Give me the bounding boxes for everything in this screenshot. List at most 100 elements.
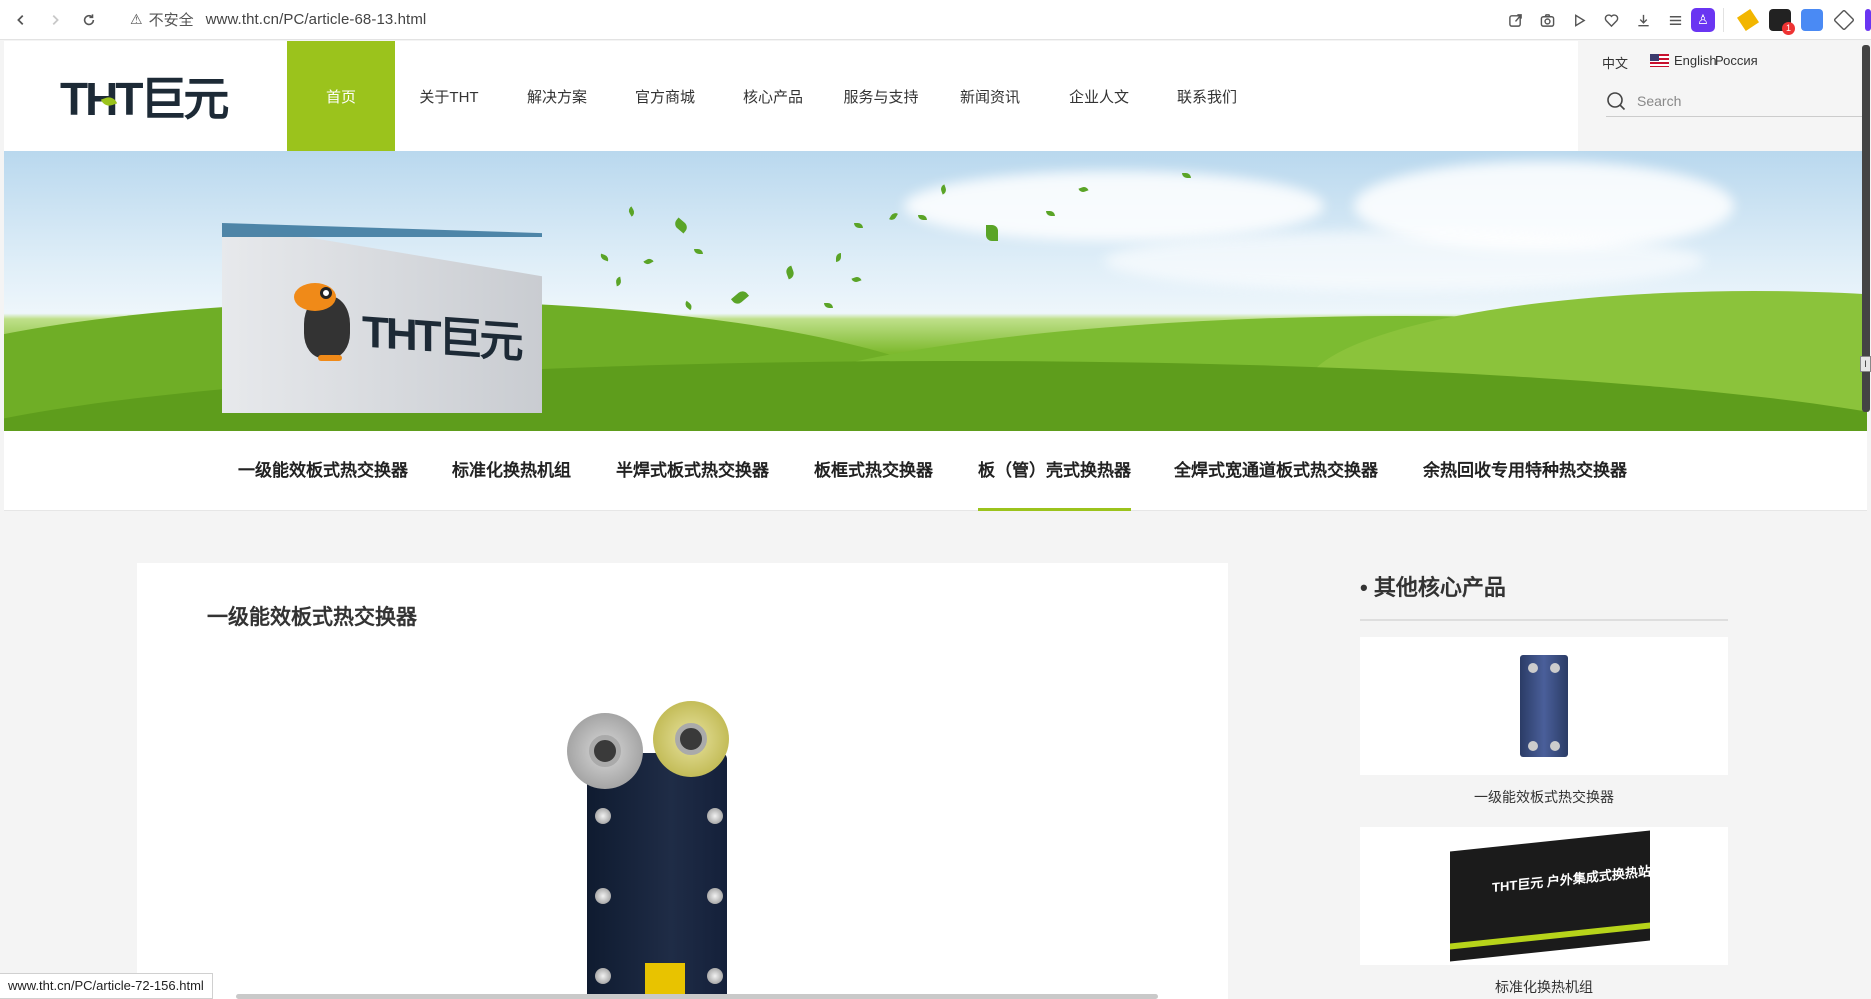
category-tab-label: 余热回收专用特种热交换器 [1423,461,1627,480]
nav-item-label: 新闻资讯 [959,88,1020,106]
site-search [1606,85,1867,117]
bolt [595,808,611,824]
category-tab-plate-frame[interactable]: 板框式热交换器 [814,431,933,511]
leaf-icon [643,257,654,266]
reload-icon [83,13,95,25]
bolt [707,968,723,984]
download-icon[interactable] [1630,7,1656,33]
security-label: 不安全 [148,12,194,29]
sign-logo-text: THT巨元 [362,307,521,368]
back-button[interactable] [4,3,38,37]
search-icon[interactable] [1606,91,1626,111]
web-page: THT巨元 首页 关于THT 解决方案 官方商城 核心产品 服务与支持 新闻资讯… [4,41,1867,999]
toolbar-divider [1723,8,1724,32]
category-tab-semi-welded[interactable]: 半焊式板式热交换器 [616,431,769,511]
related-product-card[interactable]: THT巨元 户外集成式换热站 [1360,827,1728,965]
product-category-nav: 一级能效板式热交换器 标准化换热机组 半焊式板式热交换器 板框式热交换器 板（管… [4,431,1867,511]
category-tab-label: 板（管）壳式换热器 [978,461,1131,480]
lang-english[interactable]: English [1650,53,1717,68]
leaf-icon [836,253,841,262]
site-header: THT巨元 首页 关于THT 解决方案 官方商城 核心产品 服务与支持 新闻资讯… [4,41,1867,151]
leaf-icon [627,206,636,217]
nav-item-label: 服务与支持 [843,88,919,106]
nav-item-contact[interactable]: 联系我们 [1153,41,1261,151]
nav-item-about[interactable]: 关于THT [395,41,503,151]
mascot-feet [318,355,342,361]
back-arrow-icon [17,14,24,25]
main-nav: 首页 关于THT 解决方案 官方商城 核心产品 服务与支持 新闻资讯 企业人文 … [287,41,1261,151]
browser-toolbar: ⚠ 不安全 www.tht.cn/PC/article-68-13.html ♙… [0,0,1871,40]
share-icon[interactable] [1502,7,1528,33]
horizontal-scrollbar[interactable] [236,994,1158,999]
bolt [707,808,723,824]
category-tab-shell[interactable]: 板（管）壳式换热器 [978,431,1131,511]
site-logo[interactable]: THT巨元 [60,76,230,122]
bolt [595,968,611,984]
lang-english-label: English [1674,53,1717,68]
container-station-image: THT巨元 户外集成式换热站 [1450,830,1651,962]
banner-cloud [904,171,1324,241]
flange-right [653,701,729,777]
leaf-icon [683,300,694,311]
category-tab-fully-welded[interactable]: 全焊式宽通道板式热交换器 [1174,431,1378,511]
leaf-icon [889,211,898,222]
article-panel: 一级能效板式热交换器 [137,563,1228,999]
category-tab-heat-unit[interactable]: 标准化换热机组 [452,431,571,511]
related-product-card[interactable] [1360,637,1728,775]
lang-chinese-label: 中文 [1602,56,1629,71]
address-bar[interactable]: ⚠ 不安全 www.tht.cn/PC/article-68-13.html [130,5,426,35]
leaf-icon [824,303,833,308]
bolt [595,888,611,904]
hero-banner: THT巨元 [4,151,1867,431]
extension-dark-icon[interactable]: 1 [1769,9,1795,35]
forward-button[interactable] [38,3,72,37]
sidebar-title: • 其他核心产品 [1360,563,1728,621]
translate-icon[interactable] [1801,9,1823,31]
sidebar-handle[interactable] [1865,9,1871,31]
nav-item-products[interactable]: 核心产品 [719,41,827,151]
related-product-caption[interactable]: 标准化换热机组 [1360,977,1728,997]
leaf-icon [851,275,862,284]
nav-item-label: 联系我们 [1176,88,1237,106]
camera-icon[interactable] [1534,7,1560,33]
extension-key-icon[interactable] [1737,9,1759,31]
category-tab-energy-plate[interactable]: 一级能效板式热交换器 [238,431,408,511]
play-icon[interactable] [1566,7,1592,33]
nav-item-label: 企业人文 [1068,88,1129,106]
leaf-icon [854,223,863,228]
related-product-caption[interactable]: 一级能效板式热交换器 [1360,787,1728,807]
category-tab-waste-heat[interactable]: 余热回收专用特种热交换器 [1423,431,1627,511]
url-text[interactable]: www.tht.cn/PC/article-68-13.html [206,11,427,28]
leaf-icon [672,217,690,234]
article-title: 一级能效板式热交换器 [207,606,417,629]
extensions-cube-icon[interactable] [1833,9,1855,31]
category-tab-label: 标准化换热机组 [452,461,571,480]
search-input[interactable] [1637,92,1837,109]
lang-chinese[interactable]: 中文 [1602,53,1628,72]
profile-avatar-icon[interactable]: ♙ [1691,8,1715,32]
mascot-eye [320,287,332,299]
nav-item-news[interactable]: 新闻资讯 [935,41,1045,151]
reload-button[interactable] [72,3,106,37]
warning-icon: ⚠ [130,11,143,27]
menu-icon[interactable] [1662,7,1688,33]
nav-item-home[interactable]: 首页 [287,41,395,151]
flange-port [589,735,621,767]
leaf-icon [599,253,610,262]
nav-item-culture[interactable]: 企业人文 [1045,41,1153,151]
category-tab-label: 全焊式宽通道板式热交换器 [1174,461,1378,480]
lang-russian-label: Россия [1715,53,1758,68]
nav-item-store[interactable]: 官方商城 [611,41,719,151]
lang-russian[interactable]: Россия [1715,53,1758,68]
nav-item-label: 核心产品 [742,88,803,106]
nav-item-label: 解决方案 [526,88,587,106]
leaf-icon [615,276,622,287]
product-image [567,701,827,999]
favorite-icon[interactable] [1598,7,1624,33]
extension-badge: 1 [1782,22,1795,35]
scroll-marker[interactable]: I [1860,356,1871,372]
nav-item-solutions[interactable]: 解决方案 [503,41,611,151]
forward-arrow-icon [52,14,59,25]
nav-item-service[interactable]: 服务与支持 [827,41,935,151]
leaf-icon [694,249,703,254]
